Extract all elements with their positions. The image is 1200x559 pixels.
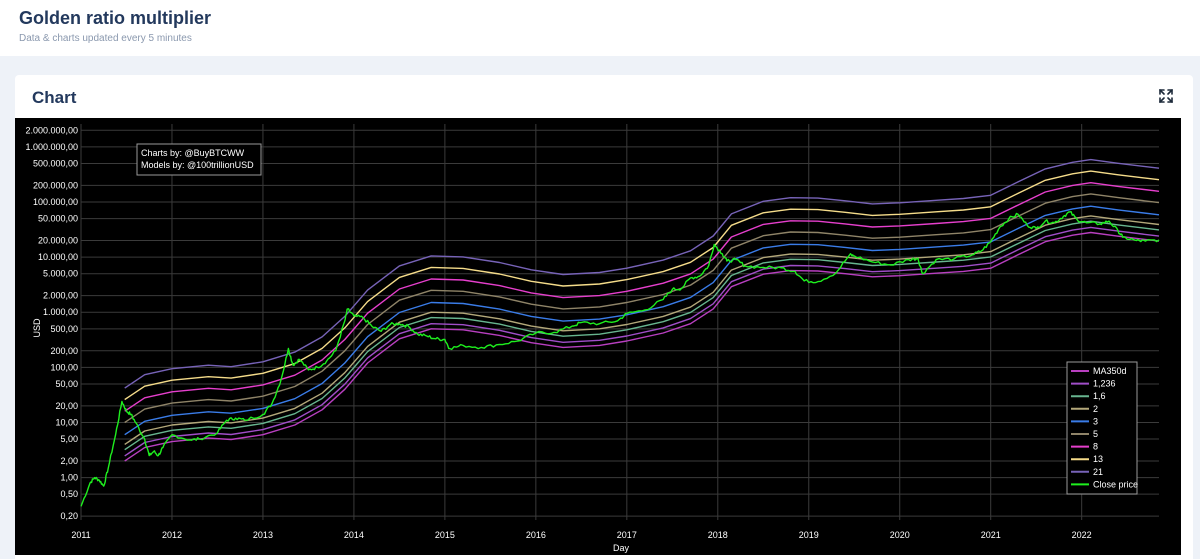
y-tick-label: 1.000.000,00 — [25, 142, 78, 152]
x-tick-label: 2015 — [435, 530, 455, 540]
y-tick-label: 200.000,00 — [33, 180, 78, 190]
attribution-models: Models by: @100trillionUSD — [141, 160, 254, 170]
y-tick-label: 20.000,00 — [38, 236, 78, 246]
legend-label: 21 — [1093, 467, 1103, 477]
page-subtitle: Data & charts updated every 5 minutes — [19, 33, 192, 44]
golden-ratio-chart: 0,20 0,50 1,00 2,00 5,00 10,00 20,00 50,00 100,0… — [15, 118, 1181, 555]
y-tick-label: 1.000,00 — [43, 307, 78, 317]
x-tick-label: 2018 — [708, 530, 728, 540]
y-tick-label: 500.000,00 — [33, 158, 78, 168]
x-tick-label: 2019 — [799, 530, 819, 540]
top-bar: Golden ratio multiplier Data & charts up… — [0, 0, 1200, 56]
y-tick-label: 100.000,00 — [33, 197, 78, 207]
y-tick-label: 5,00 — [60, 434, 78, 444]
y-tick-label: 50,00 — [55, 379, 78, 389]
attribution-charts: Charts by: @BuyBTCWW — [141, 148, 245, 158]
x-tick-label: 2017 — [617, 530, 637, 540]
legend-label: 1,236 — [1093, 379, 1116, 389]
y-tick-label: 2,00 — [60, 456, 78, 466]
x-tick-label: 2013 — [253, 530, 273, 540]
page-title: Golden ratio multiplier — [19, 8, 212, 28]
legend-label: 13 — [1093, 454, 1103, 464]
card-title: Chart — [32, 88, 77, 107]
legend-label: 2 — [1093, 404, 1098, 414]
x-tick-label: 2014 — [344, 530, 364, 540]
y-tick-label: 2.000,00 — [43, 291, 78, 301]
expand-arrows-icon[interactable] — [1159, 89, 1173, 103]
x-tick-label: 2020 — [890, 530, 910, 540]
x-tick-label: 2021 — [981, 530, 1001, 540]
attribution-box: Charts by: @BuyBTCWW Models by: @100tril… — [136, 143, 262, 176]
x-tick-label: 2011 — [71, 530, 90, 540]
x-axis-label: Day — [613, 543, 630, 553]
y-tick-label: 0,20 — [60, 511, 78, 521]
legend-label: 8 — [1093, 442, 1098, 452]
legend-label: MA350d — [1093, 366, 1127, 376]
y-tick-label: 10.000,00 — [38, 252, 78, 262]
y-tick-label: 50.000,00 — [38, 214, 78, 224]
y-tick-label: 0,50 — [60, 489, 78, 499]
y-tick-label: 500,00 — [50, 324, 78, 334]
legend-label: Close price — [1093, 479, 1138, 489]
x-tick-label: 2016 — [526, 530, 546, 540]
chart-background — [15, 118, 1181, 555]
y-tick-label: 2.000.000,00 — [25, 125, 78, 135]
y-tick-label: 200,00 — [50, 346, 78, 356]
y-tick-label: 100,00 — [50, 362, 78, 372]
y-axis-label: USD — [32, 318, 42, 338]
y-tick-label: 20,00 — [55, 401, 78, 411]
y-tick-label: 10,00 — [55, 417, 78, 427]
y-tick-label: 1,00 — [60, 473, 78, 483]
legend-label: 5 — [1093, 429, 1098, 439]
legend-label: 3 — [1093, 416, 1098, 426]
y-tick-label: 5.000,00 — [43, 269, 78, 279]
x-tick-label: 2012 — [162, 530, 182, 540]
legend-label: 1,6 — [1093, 391, 1106, 401]
x-tick-label: 2022 — [1072, 530, 1092, 540]
legend: MA350d 1,236 1,6 2 3 5 8 13 21 Close price — [1066, 361, 1138, 495]
